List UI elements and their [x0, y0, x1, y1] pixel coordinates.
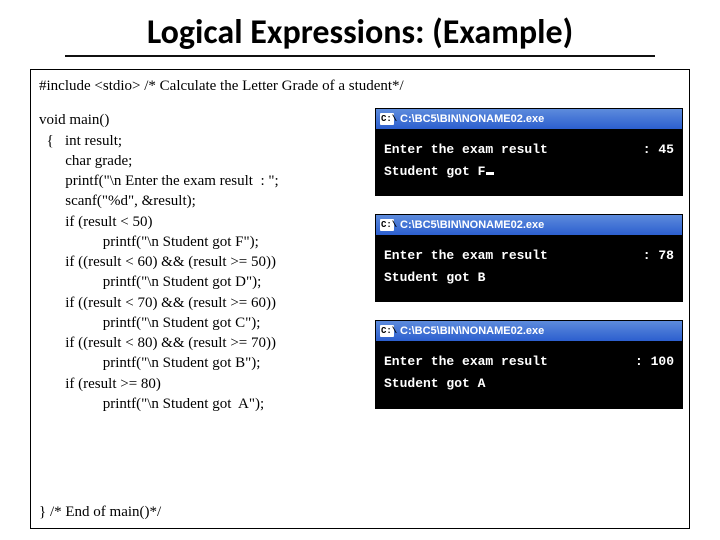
console-row: Enter the exam result : 45 — [384, 139, 674, 161]
slide-title: Logical Expressions: (Example) — [0, 12, 720, 53]
console-window: C:\ C:\BC5\BIN\NONAME02.exe Enter the ex… — [375, 214, 683, 302]
console-titlebar: C:\ C:\BC5\BIN\NONAME02.exe — [376, 321, 682, 341]
console-title-text: C:\BC5\BIN\NONAME02.exe — [400, 324, 544, 339]
cmd-icon: C:\ — [380, 113, 394, 125]
console-output: Student got B — [384, 270, 485, 285]
console-output-row: Student got B — [384, 267, 674, 289]
content-box: #include <stdio> /* Calculate the Letter… — [30, 69, 690, 529]
cmd-icon: C:\ — [380, 219, 394, 231]
console-window: C:\ C:\BC5\BIN\NONAME02.exe Enter the ex… — [375, 108, 683, 196]
console-title-text: C:\BC5\BIN\NONAME02.exe — [400, 218, 544, 233]
console-output: Student got A — [384, 376, 485, 391]
console-titlebar: C:\ C:\BC5\BIN\NONAME02.exe — [376, 109, 682, 129]
console-output-row: Student got F — [384, 161, 674, 183]
include-line: #include <stdio> /* Calculate the Letter… — [39, 76, 681, 96]
console-input: : 45 — [643, 139, 674, 161]
title-underline — [65, 55, 655, 57]
console-input: : 100 — [635, 351, 674, 373]
console-output-row: Student got A — [384, 373, 674, 395]
console-window: C:\ C:\BC5\BIN\NONAME02.exe Enter the ex… — [375, 320, 683, 408]
console-body: Enter the exam result : 78 Student got B — [376, 235, 682, 301]
console-input: : 78 — [643, 245, 674, 267]
console-titlebar: C:\ C:\BC5\BIN\NONAME02.exe — [376, 215, 682, 235]
cmd-icon: C:\ — [380, 325, 394, 337]
code-footer: } /* End of main()*/ — [39, 502, 161, 522]
cursor-icon — [486, 172, 494, 175]
console-title-text: C:\BC5\BIN\NONAME02.exe — [400, 112, 544, 127]
console-body: Enter the exam result : 45 Student got F — [376, 129, 682, 195]
console-row: Enter the exam result : 100 — [384, 351, 674, 373]
title-block: Logical Expressions: (Example) — [0, 0, 720, 63]
slide: Logical Expressions: (Example) #include … — [0, 0, 720, 540]
console-prompt: Enter the exam result — [384, 245, 548, 267]
console-prompt: Enter the exam result — [384, 351, 548, 373]
console-body: Enter the exam result : 100 Student got … — [376, 341, 682, 407]
console-stack: C:\ C:\BC5\BIN\NONAME02.exe Enter the ex… — [375, 108, 683, 427]
console-row: Enter the exam result : 78 — [384, 245, 674, 267]
console-prompt: Enter the exam result — [384, 139, 548, 161]
console-output: Student got F — [384, 164, 485, 179]
